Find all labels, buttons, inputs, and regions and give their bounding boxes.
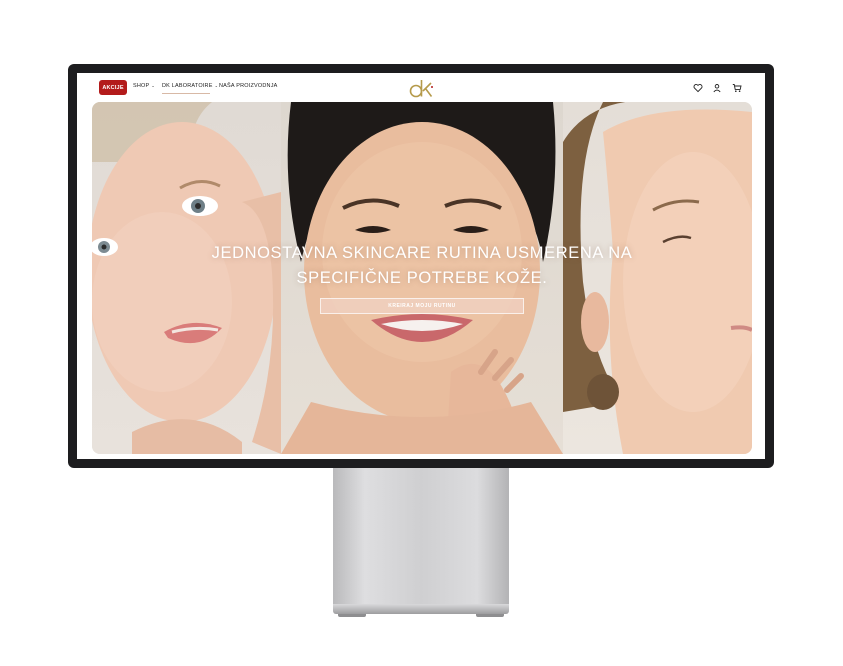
nav-item-dk-laboratoire[interactable]: DK LABORATOIRE ⌄ xyxy=(162,83,218,89)
create-routine-button[interactable]: KREIRAJ MOJU RUTINU xyxy=(320,298,524,314)
nav-item-label: SHOP xyxy=(133,83,150,89)
nav-item-label: NAŠA PROIZVODNJA xyxy=(219,83,278,89)
monitor-stand-foot xyxy=(476,614,504,617)
hero-banner: JEDNOSTAVNA SKINCARE RUTINA USMERENA NA … xyxy=(92,102,752,454)
promo-button[interactable]: AKCIJE xyxy=(99,80,127,95)
heart-icon[interactable] xyxy=(693,83,703,93)
dk-logo[interactable] xyxy=(406,77,438,99)
cart-icon[interactable] xyxy=(732,83,742,93)
chevron-down-icon: ⌄ xyxy=(151,83,155,88)
chevron-down-icon: ⌄ xyxy=(214,83,219,88)
monitor-stand-foot xyxy=(338,614,366,617)
monitor-stand-base xyxy=(333,604,509,614)
active-underline xyxy=(162,93,210,94)
browser-viewport: AKCIJE SHOP ⌄ DK LABORATOIRE ⌄ NAŠA PROIZV… xyxy=(77,73,765,459)
monitor-frame: AKCIJE SHOP ⌄ DK LABORATOIRE ⌄ NAŠA PROIZV… xyxy=(68,64,774,468)
monitor-stand xyxy=(333,468,509,604)
hero-heading-line-2: SPECIFIČNE POTREBE KOŽE. xyxy=(296,269,548,287)
nav-item-shop[interactable]: SHOP ⌄ xyxy=(133,83,155,89)
nav-item-label: DK LABORATOIRE xyxy=(162,83,213,89)
user-icon[interactable] xyxy=(712,83,722,93)
nav-item-nasa-proizvodnja[interactable]: NAŠA PROIZVODNJA xyxy=(219,83,278,89)
hero-heading: JEDNOSTAVNA SKINCARE RUTINA USMERENA NA … xyxy=(92,241,752,291)
hero-heading-line-1: JEDNOSTAVNA SKINCARE RUTINA USMERENA NA xyxy=(211,244,633,262)
